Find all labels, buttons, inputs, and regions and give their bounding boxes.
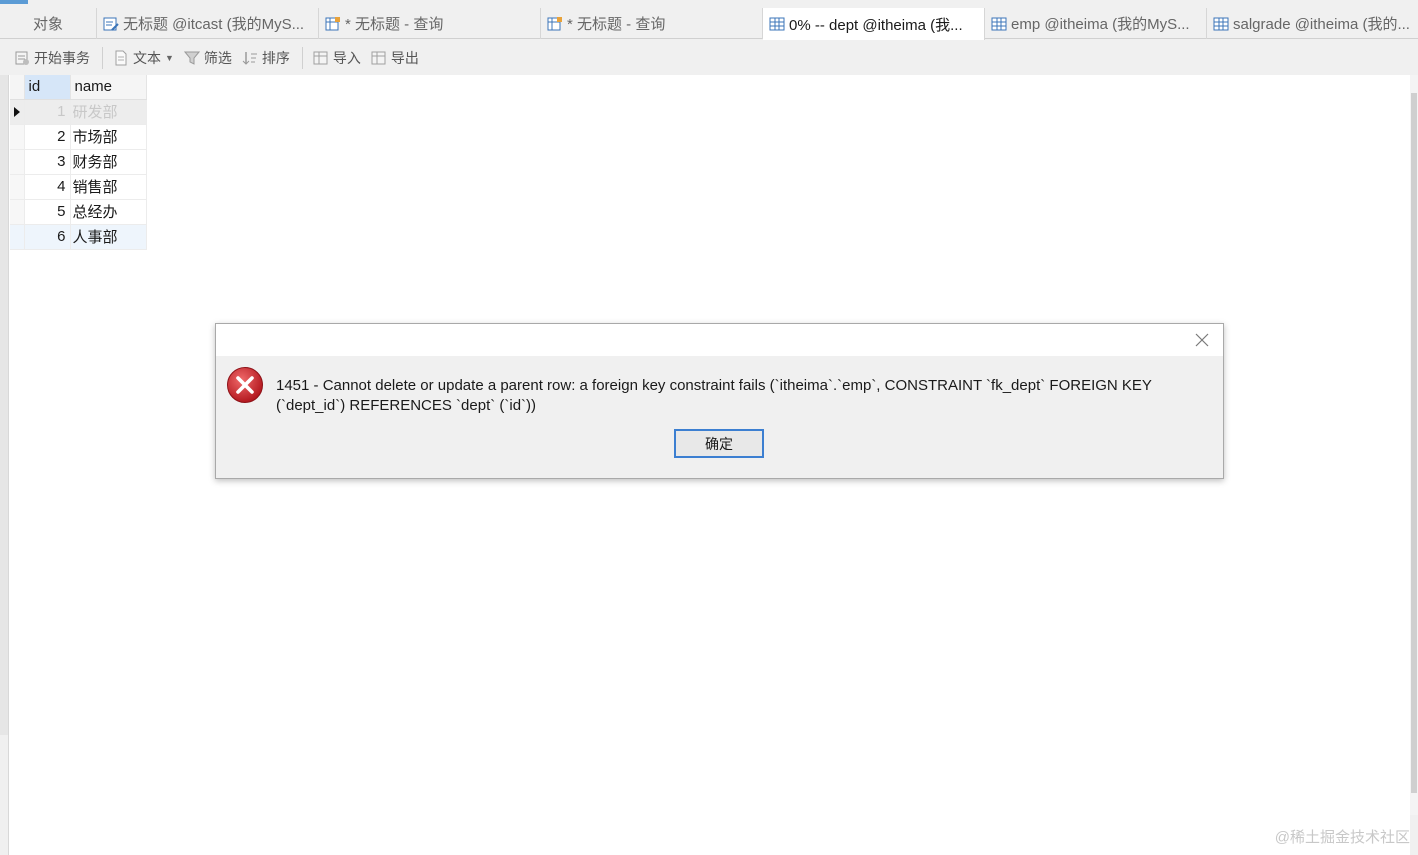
row-selector[interactable]: [10, 174, 25, 200]
top-accent-strip: [0, 0, 28, 4]
error-dialog: 1451 - Cannot delete or update a parent …: [215, 323, 1224, 479]
row-selector[interactable]: [10, 149, 25, 175]
cell-name[interactable]: 市场部: [70, 124, 147, 150]
cell-name[interactable]: 财务部: [70, 149, 147, 175]
sort-button[interactable]: 排序: [242, 48, 290, 68]
tab-label: emp @itheima (我的MyS...: [1011, 16, 1190, 33]
query-icon: [325, 16, 340, 30]
left-scrollbar[interactable]: [0, 75, 8, 735]
current-row-arrow-icon: [14, 106, 20, 117]
cell-name[interactable]: 总经办: [70, 199, 147, 225]
export-button[interactable]: 导出: [371, 48, 419, 68]
sort-icon: [242, 51, 257, 65]
table-row[interactable]: 5 总经办: [10, 199, 147, 225]
data-grid: id name 1 研发部 2 市场部 3 财务部 4 销售部 5 总经办 6 …: [10, 75, 147, 250]
ok-button[interactable]: 确定: [674, 429, 764, 458]
tab-untitled-itcast[interactable]: 无标题 @itcast (我的MyS...: [97, 8, 319, 39]
tab-bar: 对象 无标题 @itcast (我的MyS... * 无标题 - 查询 * 无标…: [0, 8, 1418, 40]
column-header-name[interactable]: name: [70, 75, 147, 100]
tab-label: 无标题 @itcast (我的MyS...: [123, 16, 305, 33]
export-icon: [371, 51, 386, 64]
table-icon: [769, 17, 785, 31]
cell-id[interactable]: 5: [24, 199, 71, 225]
close-icon[interactable]: [1193, 331, 1211, 349]
sort-label: 排序: [261, 49, 290, 66]
tab-label: 对象: [32, 16, 63, 33]
grid-header-row: id name: [10, 75, 147, 100]
table-row[interactable]: 2 市场部: [10, 124, 147, 150]
cell-id[interactable]: 2: [24, 124, 71, 150]
toolbar-divider: [102, 46, 103, 69]
table-row[interactable]: 1 研发部: [10, 99, 147, 125]
error-icon: [227, 367, 263, 403]
begin-transaction-label: 开始事务: [34, 49, 90, 66]
app-window: 对象 无标题 @itcast (我的MyS... * 无标题 - 查询 * 无标…: [0, 0, 1418, 855]
cell-name[interactable]: 研发部: [70, 99, 147, 125]
query-icon: [547, 16, 562, 30]
tab-label: salgrade @itheima (我的...: [1233, 16, 1410, 33]
transaction-icon: [15, 51, 29, 65]
chevron-down-icon: ▼: [165, 52, 174, 63]
cell-id[interactable]: 1: [24, 99, 71, 125]
table-row[interactable]: 3 财务部: [10, 149, 147, 175]
row-selector[interactable]: [10, 99, 25, 125]
tab-label: 0% -- dept @itheima (我...: [789, 16, 963, 34]
row-selector[interactable]: [10, 224, 25, 250]
import-label: 导入: [332, 49, 361, 66]
export-label: 导出: [390, 49, 419, 66]
table-row[interactable]: 4 销售部: [10, 174, 147, 200]
table-row[interactable]: 6 人事部: [10, 224, 147, 250]
row-selector-header[interactable]: [10, 75, 25, 100]
filter-icon: [183, 51, 200, 65]
tab-query-2[interactable]: * 无标题 - 查询: [541, 8, 763, 39]
cell-name[interactable]: 销售部: [70, 174, 147, 200]
column-header-id[interactable]: id: [24, 75, 71, 100]
error-message: 1451 - Cannot delete or update a parent …: [276, 377, 1152, 414]
cell-id[interactable]: 6: [24, 224, 71, 250]
toolbar-divider: [301, 46, 303, 69]
tab-query-1[interactable]: * 无标题 - 查询: [319, 8, 541, 39]
tab-objects[interactable]: 对象: [0, 8, 97, 39]
tab-label: * 无标题 - 查询: [345, 16, 444, 33]
import-button[interactable]: 导入: [313, 48, 361, 68]
import-icon: [313, 51, 328, 64]
filter-button[interactable]: 筛选: [183, 48, 232, 68]
row-selector[interactable]: [10, 124, 25, 150]
row-selector[interactable]: [10, 199, 25, 225]
text-view-label: 文本: [133, 49, 161, 66]
cell-id[interactable]: 4: [24, 174, 71, 200]
vertical-scrollbar[interactable]: [1410, 75, 1418, 815]
toolbar: 开始事务 文本 ▼ 筛选 排序 导入 导出: [0, 40, 1418, 75]
tab-emp-itheima[interactable]: emp @itheima (我的MyS...: [985, 8, 1207, 39]
begin-transaction-button[interactable]: 开始事务: [14, 48, 90, 68]
query-edit-icon: [103, 17, 119, 31]
dialog-titlebar: [216, 324, 1223, 356]
cell-id[interactable]: 3: [24, 149, 71, 175]
text-doc-icon: [115, 50, 127, 65]
table-icon: [1213, 17, 1229, 30]
filter-label: 筛选: [203, 49, 232, 66]
text-view-button[interactable]: 文本 ▼: [113, 48, 174, 68]
tab-salgrade-itheima[interactable]: salgrade @itheima (我的...: [1207, 8, 1418, 39]
cell-name[interactable]: 人事部: [70, 224, 147, 250]
watermark: @稀土掘金技术社区: [1274, 829, 1410, 846]
scrollbar-thumb[interactable]: [1411, 93, 1417, 793]
table-icon: [991, 17, 1007, 30]
tab-dept-itheima[interactable]: 0% -- dept @itheima (我...: [763, 8, 985, 40]
tab-label: * 无标题 - 查询: [567, 16, 666, 33]
